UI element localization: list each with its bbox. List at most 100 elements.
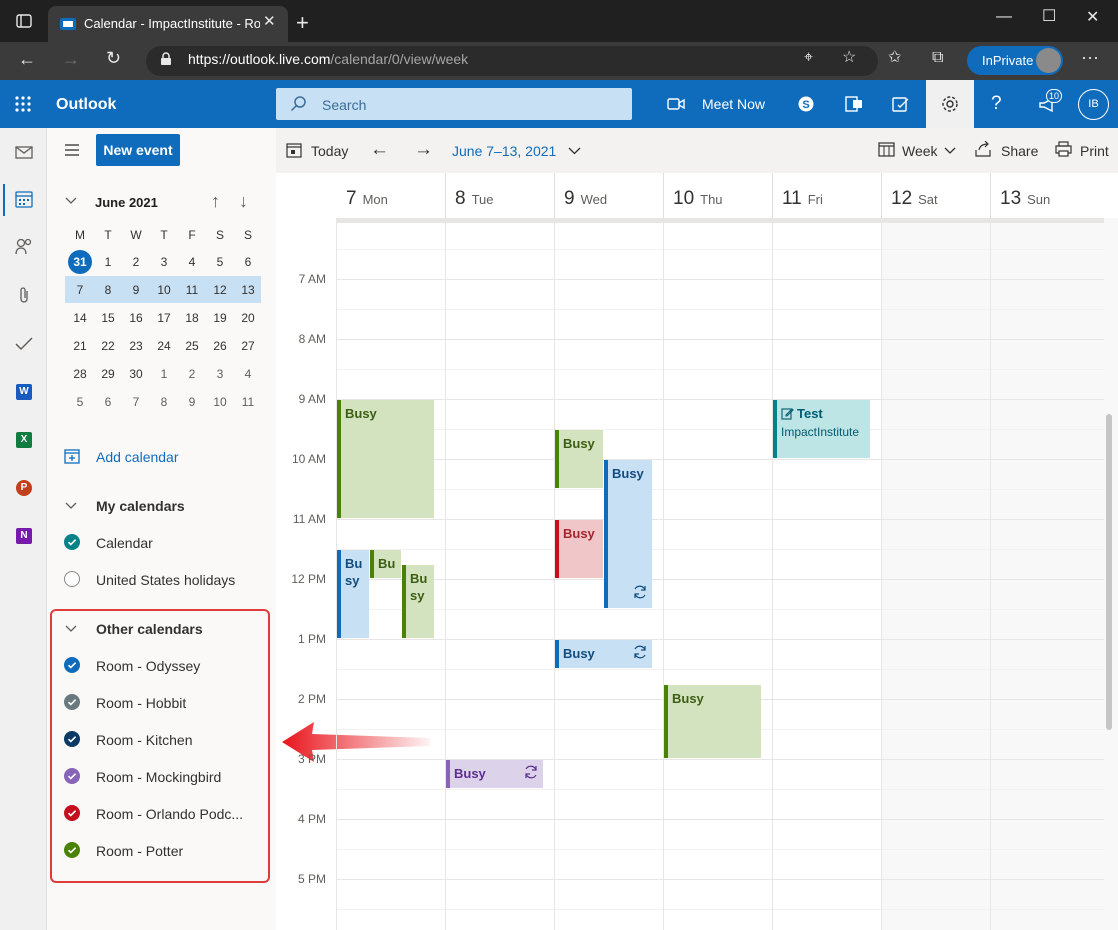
mini-calendar-day[interactable]: 5: [67, 391, 93, 413]
skype-icon[interactable]: S: [798, 96, 814, 112]
mini-calendar-day[interactable]: 11: [179, 279, 205, 301]
checked-circle-icon[interactable]: [64, 694, 80, 710]
mini-calendar-day[interactable]: 21: [67, 335, 93, 357]
calendar-event[interactable]: Busy: [555, 430, 603, 488]
calendar-item-label[interactable]: Room - Odyssey: [96, 658, 200, 674]
print-button[interactable]: Print: [1080, 143, 1109, 159]
view-chevron-icon[interactable]: [944, 147, 956, 154]
mini-calendar-day[interactable]: 4: [179, 251, 205, 273]
mini-calendar-day[interactable]: 8: [151, 391, 177, 413]
video-camera-icon[interactable]: [667, 97, 685, 111]
mini-calendar-day[interactable]: 13: [235, 279, 261, 301]
calendar-event[interactable]: Busy: [664, 685, 761, 758]
paperclip-icon[interactable]: [18, 286, 30, 304]
meet-now-button[interactable]: Meet Now: [702, 96, 765, 112]
mini-calendar-day[interactable]: 9: [123, 279, 149, 301]
calendar-event[interactable]: Busy: [555, 640, 652, 668]
share-icon[interactable]: [975, 141, 992, 157]
forward-arrow-icon[interactable]: →: [62, 50, 80, 68]
calendar-item-label[interactable]: Room - Orlando Podc...: [96, 806, 243, 822]
mini-calendar-day[interactable]: 3: [207, 363, 233, 385]
app-name[interactable]: Outlook: [56, 96, 116, 114]
calendar-event[interactable]: Busy: [337, 400, 434, 518]
collapse-other-calendars-icon[interactable]: [65, 625, 77, 633]
my-day-icon[interactable]: [892, 95, 910, 113]
calendar-icon[interactable]: [15, 191, 33, 208]
mini-calendar-day[interactable]: 9: [179, 391, 205, 413]
maximize-window-icon[interactable]: ☐: [1042, 9, 1056, 25]
day-header-wed[interactable]: 9 Wed: [564, 188, 607, 210]
calendar-item-label[interactable]: United States holidays: [96, 572, 235, 588]
mini-calendar-day[interactable]: 1: [151, 363, 177, 385]
excel-icon[interactable]: X: [16, 432, 32, 448]
hamburger-menu-icon[interactable]: [65, 144, 79, 156]
other-calendars-title[interactable]: Other calendars: [96, 621, 203, 637]
calendar-event[interactable]: Bu sy: [337, 550, 369, 638]
mail-icon[interactable]: [15, 146, 33, 159]
day-header-mon[interactable]: 7 Mon: [346, 188, 388, 210]
add-favorite-icon[interactable]: ☆: [842, 50, 856, 66]
mini-calendar-day[interactable]: 10: [151, 279, 177, 301]
mini-calendar-day[interactable]: 31: [67, 251, 93, 273]
calendar-item-label[interactable]: Room - Kitchen: [96, 732, 192, 748]
close-tab-icon[interactable]: ✕: [263, 14, 276, 29]
mini-calendar-day[interactable]: 2: [123, 251, 149, 273]
collections-icon[interactable]: ⧉: [932, 50, 943, 66]
mini-calendar-day[interactable]: 29: [95, 363, 121, 385]
mini-calendar-day[interactable]: 27: [235, 335, 261, 357]
day-header-tue[interactable]: 8 Tue: [455, 188, 494, 210]
mini-calendar-day[interactable]: 19: [207, 307, 233, 329]
today-button[interactable]: Today: [311, 143, 348, 159]
refresh-icon[interactable]: ↻: [106, 49, 121, 67]
lock-icon[interactable]: [160, 52, 172, 66]
view-switcher-button[interactable]: Week: [902, 143, 938, 159]
collapse-my-calendars-icon[interactable]: [65, 502, 77, 510]
more-options-icon[interactable]: ···: [1081, 48, 1099, 66]
checked-circle-icon[interactable]: [64, 842, 80, 858]
mini-calendar-day[interactable]: 7: [67, 279, 93, 301]
mini-calendar-day[interactable]: 10: [207, 391, 233, 413]
previous-week-arrow-icon[interactable]: ←: [370, 140, 389, 159]
mini-calendar-day[interactable]: 6: [235, 251, 261, 273]
date-range-label[interactable]: June 7–13, 2021: [452, 143, 556, 159]
add-calendar-icon[interactable]: [64, 448, 80, 469]
share-button[interactable]: Share: [1001, 143, 1038, 159]
unchecked-circle-icon[interactable]: [64, 571, 80, 587]
mini-calendar-day[interactable]: 17: [151, 307, 177, 329]
previous-month-arrow-icon[interactable]: ↑: [211, 192, 220, 210]
day-header-fri[interactable]: 11 Fri: [782, 188, 823, 210]
close-window-icon[interactable]: ✕: [1086, 10, 1099, 26]
day-header-thu[interactable]: 10 Thu: [673, 188, 723, 210]
mini-calendar-day[interactable]: 6: [95, 391, 121, 413]
my-calendars-title[interactable]: My calendars: [96, 498, 185, 514]
profile-avatar[interactable]: [1036, 48, 1061, 73]
checked-circle-icon[interactable]: [64, 805, 80, 821]
calendar-item-label[interactable]: Room - Hobbit: [96, 695, 186, 711]
calendar-item-label[interactable]: Room - Potter: [96, 843, 183, 859]
new-tab-icon[interactable]: +: [296, 12, 309, 34]
calendar-event[interactable]: Busy: [446, 760, 543, 788]
mini-calendar-day[interactable]: 18: [179, 307, 205, 329]
mini-calendar-day[interactable]: 12: [207, 279, 233, 301]
today-calendar-icon[interactable]: [286, 142, 302, 158]
word-icon[interactable]: W: [16, 384, 32, 400]
next-month-arrow-icon[interactable]: ↓: [239, 192, 248, 210]
calendar-event[interactable]: Bu: [370, 550, 401, 578]
mini-calendar-day[interactable]: 7: [123, 391, 149, 413]
day-header-sun[interactable]: 13 Sun: [1000, 188, 1050, 210]
back-arrow-icon[interactable]: ←: [18, 50, 36, 68]
mini-calendar-day[interactable]: 14: [67, 307, 93, 329]
calendar-event[interactable]: Busy: [555, 520, 603, 578]
mini-calendar-day[interactable]: 26: [207, 335, 233, 357]
mini-calendar-day[interactable]: 15: [95, 307, 121, 329]
checked-circle-icon[interactable]: [64, 534, 80, 550]
mini-calendar-day[interactable]: 8: [95, 279, 121, 301]
calendar-item-label[interactable]: Calendar: [96, 535, 153, 551]
location-icon[interactable]: ⌖: [804, 50, 813, 66]
favorites-icon[interactable]: ✩: [888, 50, 901, 66]
onenote-icon[interactable]: N: [16, 528, 32, 544]
checked-circle-icon[interactable]: [64, 768, 80, 784]
calendar-event[interactable]: Test ImpactInstitute: [773, 400, 870, 458]
mini-calendar-day[interactable]: 3: [151, 251, 177, 273]
user-avatar[interactable]: IB: [1078, 89, 1109, 120]
